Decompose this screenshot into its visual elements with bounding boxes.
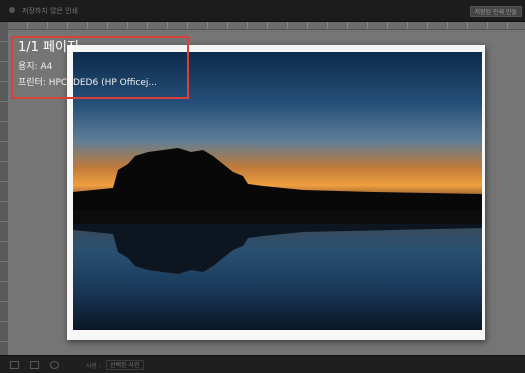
rotate-icon[interactable]	[50, 361, 59, 369]
vertical-ruler	[0, 22, 8, 355]
bottom-toolbar: 사용 : 선택된 사진	[0, 355, 525, 373]
horizontal-ruler	[8, 22, 525, 30]
create-saved-print-button[interactable]: 저장된 인쇄 만들	[469, 6, 522, 17]
grid-icon[interactable]	[30, 361, 39, 369]
title-bar: 저장하지 않은 인쇄 저장된 인쇄 만들	[0, 0, 525, 22]
printer-info: 프린터: HPC7DED6 (HP Officej...	[18, 78, 157, 88]
use-label: 사용 :	[86, 363, 101, 370]
window-title: 저장하지 않은 인쇄	[22, 7, 78, 15]
use-selection-dropdown[interactable]: 선택된 사진	[106, 360, 144, 370]
single-image-icon[interactable]	[10, 361, 19, 369]
paper-info: 용지: A4	[18, 62, 53, 72]
page-info: 1/1 페이지	[18, 40, 79, 55]
app-icon	[9, 7, 15, 13]
